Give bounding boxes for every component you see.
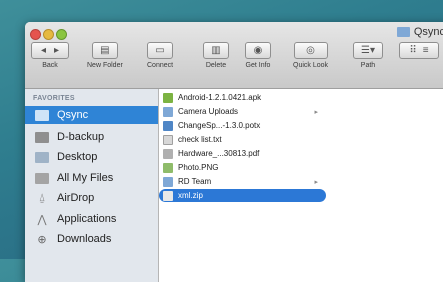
title-bar: Qsync ◂ ▸ Back ▤ New Folder ▭ Connect ▥ bbox=[25, 22, 443, 89]
favorites-heading: FAVORITES bbox=[33, 95, 75, 102]
list-item[interactable]: xml.zip bbox=[159, 189, 326, 202]
txt-file-icon bbox=[163, 134, 173, 145]
file-name: Android-1.2.1.0421.apk bbox=[178, 93, 262, 102]
list-item[interactable]: ChangeSp...-1.3.0.potx bbox=[159, 119, 326, 132]
back-forward-group: ◂ ▸ Back bbox=[31, 42, 69, 69]
new-folder-label: New Folder bbox=[87, 62, 123, 69]
delete-label: Delete bbox=[205, 62, 227, 69]
files-icon bbox=[35, 172, 49, 184]
sidebar-item-label: All My Files bbox=[57, 172, 114, 184]
sidebar-item-qsync[interactable]: Qsync bbox=[25, 106, 158, 124]
image-file-icon bbox=[163, 162, 173, 173]
downloads-icon: ⊕ bbox=[37, 233, 47, 246]
sidebar: FAVORITES Qsync D-backup Desktop All My … bbox=[25, 89, 159, 282]
sidebar-item-label: Downloads bbox=[57, 233, 112, 245]
forward-arrow-icon: ▸ bbox=[54, 45, 60, 56]
file-name: Photo.PNG bbox=[178, 163, 219, 172]
view-switcher-button[interactable]: ⠿ ≡ bbox=[399, 42, 439, 59]
sidebar-item-downloads[interactable]: ⊕ Downloads bbox=[25, 230, 158, 248]
window-title: Qsync bbox=[396, 26, 443, 38]
list-item[interactable]: Photo.PNG bbox=[159, 161, 326, 174]
quick-look-group: ◎ Quick Look bbox=[293, 42, 328, 69]
sidebar-item-label: AirDrop bbox=[57, 192, 95, 204]
minimize-button[interactable] bbox=[43, 29, 54, 40]
sidebar-item-desktop[interactable]: Desktop bbox=[25, 148, 158, 166]
new-folder-group: ▤ New Folder bbox=[87, 42, 123, 69]
path-group: ☰▾ Path bbox=[353, 42, 383, 69]
quick-look-button[interactable]: ◎ bbox=[293, 42, 328, 59]
sidebar-item-label: Applications bbox=[57, 213, 117, 225]
folder-icon bbox=[35, 151, 49, 163]
list-view-icon: ≡ bbox=[422, 45, 429, 56]
eye-icon: ◎ bbox=[306, 45, 315, 56]
grid-view-icon: ⠿ bbox=[409, 45, 417, 56]
close-button[interactable] bbox=[30, 29, 41, 40]
applications-icon: ⋀ bbox=[37, 213, 47, 226]
finder-window: Qsync ◂ ▸ Back ▤ New Folder ▭ Connect ▥ bbox=[25, 22, 443, 282]
disk-icon bbox=[35, 131, 49, 143]
back-arrow-icon: ◂ bbox=[40, 45, 46, 56]
back-forward-button[interactable]: ◂ ▸ bbox=[31, 42, 69, 59]
view-group: ⠿ ≡ bbox=[399, 42, 439, 59]
get-info-button[interactable]: ◉ bbox=[245, 42, 271, 59]
window-title-text: Qsync bbox=[413, 26, 443, 38]
zip-file-icon bbox=[163, 190, 173, 201]
sidebar-item-applications[interactable]: ⋀ Applications bbox=[25, 210, 158, 228]
zoom-button[interactable] bbox=[56, 29, 67, 40]
info-icon: ◉ bbox=[253, 45, 263, 56]
connect-label: Connect bbox=[147, 62, 174, 69]
list-item[interactable]: Hardware_...30813.pdf bbox=[159, 147, 326, 160]
connect-icon: ▭ bbox=[155, 45, 165, 56]
sidebar-item-airdrop[interactable]: ⍙ AirDrop bbox=[25, 189, 158, 207]
apk-file-icon bbox=[163, 92, 173, 103]
sidebar-item-label: Desktop bbox=[57, 151, 98, 163]
get-info-group: ◉ Get Info bbox=[245, 42, 271, 69]
disclosure-arrow-icon: ▸ bbox=[314, 108, 318, 116]
path-label: Path bbox=[360, 62, 376, 69]
file-name: Hardware_...30813.pdf bbox=[178, 149, 260, 158]
file-name: xml.zip bbox=[178, 191, 203, 200]
sidebar-item-label: Qsync bbox=[57, 109, 89, 121]
file-name: ChangeSp...-1.3.0.potx bbox=[178, 121, 261, 130]
get-info-label: Get Info bbox=[245, 62, 271, 69]
disclosure-arrow-icon: ▸ bbox=[314, 178, 318, 186]
sidebar-item-label: D-backup bbox=[57, 131, 105, 143]
list-item[interactable]: Camera Uploads ▸ bbox=[159, 105, 326, 118]
back-label: Back bbox=[42, 62, 58, 69]
sidebar-item-d-backup[interactable]: D-backup bbox=[25, 128, 158, 146]
path-icon: ☰▾ bbox=[361, 45, 375, 56]
delete-button[interactable]: ▥ bbox=[203, 42, 229, 59]
potx-file-icon bbox=[163, 120, 173, 131]
list-item[interactable]: check list.txt bbox=[159, 133, 326, 146]
pdf-file-icon bbox=[163, 148, 173, 159]
delete-group: ▥ Delete bbox=[203, 42, 229, 69]
quick-look-label: Quick Look bbox=[293, 62, 329, 69]
new-folder-button[interactable]: ▤ bbox=[91, 42, 118, 59]
connect-group: ▭ Connect bbox=[147, 42, 173, 69]
list-item[interactable]: RD Team ▸ bbox=[159, 175, 326, 188]
folder-icon bbox=[163, 106, 173, 117]
sidebar-item-all-my-files[interactable]: All My Files bbox=[25, 169, 158, 187]
file-name: RD Team bbox=[178, 177, 212, 186]
path-button[interactable]: ☰▾ bbox=[353, 42, 383, 59]
folder-icon bbox=[163, 176, 173, 187]
list-item[interactable]: Android-1.2.1.0421.apk bbox=[159, 91, 326, 104]
folder-icon bbox=[396, 27, 410, 37]
folder-icon bbox=[35, 109, 49, 121]
new-folder-icon: ▤ bbox=[100, 45, 110, 56]
file-list: Android-1.2.1.0421.apk Camera Uploads ▸ … bbox=[159, 89, 329, 282]
file-name: check list.txt bbox=[178, 135, 222, 144]
trash-icon: ▥ bbox=[211, 45, 221, 56]
file-name: Camera Uploads bbox=[178, 107, 239, 116]
airdrop-icon: ⍙ bbox=[38, 191, 46, 204]
connect-button[interactable]: ▭ bbox=[147, 42, 174, 59]
